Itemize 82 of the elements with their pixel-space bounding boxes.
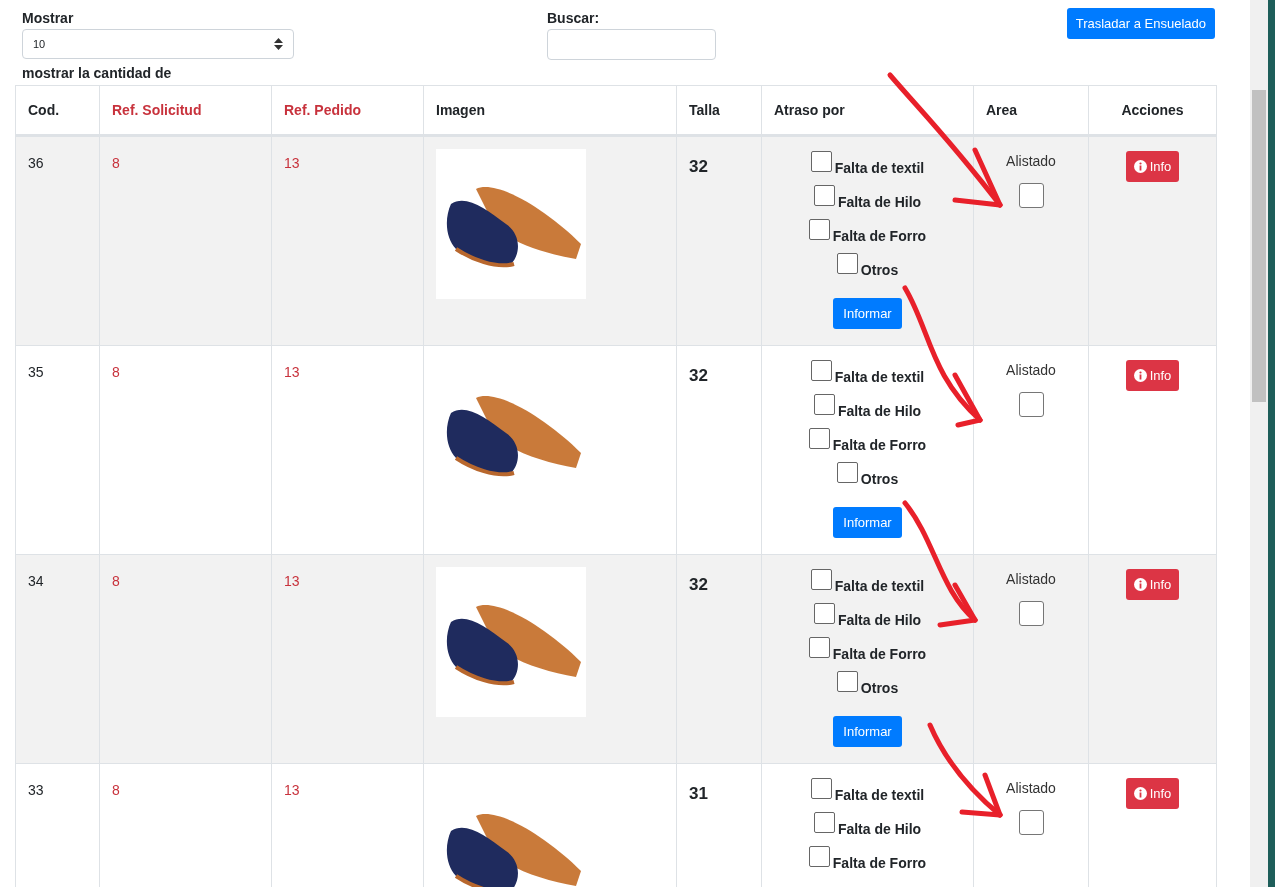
checkbox-label: Falta de Hilo bbox=[837, 403, 922, 419]
column-header: Talla bbox=[676, 86, 761, 134]
checkbox[interactable] bbox=[808, 428, 830, 449]
checkbox[interactable] bbox=[813, 394, 835, 415]
area-label: Alistado bbox=[1006, 780, 1056, 796]
checkbox-label: Falta de textil bbox=[834, 160, 925, 176]
checkbox[interactable] bbox=[836, 253, 858, 274]
page-length-select[interactable]: 10 bbox=[22, 29, 294, 59]
table-cell-text: 8 bbox=[112, 781, 120, 798]
show-caption: mostrar la cantidad de bbox=[22, 65, 173, 81]
search-label: Buscar: bbox=[547, 10, 601, 26]
checkbox-label: Falta de textil bbox=[834, 369, 925, 385]
table-cell-text: 13 bbox=[284, 572, 300, 589]
column-header-link[interactable]: Ref. Solicitud bbox=[99, 86, 271, 134]
show-label: Mostrar bbox=[22, 10, 75, 26]
checkbox[interactable] bbox=[813, 603, 835, 624]
table-cell-text: 13 bbox=[284, 363, 300, 380]
area-label: Alistado bbox=[1006, 362, 1056, 378]
info-button[interactable]: Info bbox=[1125, 569, 1180, 600]
size-value: 32 bbox=[689, 365, 708, 386]
info-button[interactable]: Info bbox=[1125, 360, 1180, 391]
column-header: Acciones bbox=[1088, 86, 1216, 134]
report-button[interactable]: Informar bbox=[833, 716, 902, 747]
scrollbar[interactable] bbox=[1250, 0, 1268, 887]
area-label: Alistado bbox=[1006, 153, 1056, 169]
column-header: Atraso por bbox=[761, 86, 973, 134]
size-value: 32 bbox=[689, 156, 708, 177]
table-cell-text: 33 bbox=[28, 781, 44, 798]
checkbox[interactable] bbox=[1018, 183, 1044, 208]
checkbox-label: Falta de textil bbox=[834, 578, 925, 594]
checkbox[interactable] bbox=[836, 462, 858, 483]
table-cell-text: 34 bbox=[28, 572, 44, 589]
checkbox[interactable] bbox=[810, 778, 832, 799]
info-button[interactable]: Info bbox=[1125, 151, 1180, 182]
info-icon bbox=[1133, 578, 1147, 591]
checkbox[interactable] bbox=[813, 812, 835, 833]
column-header: Imagen bbox=[423, 86, 676, 134]
area-label: Alistado bbox=[1006, 571, 1056, 587]
checkbox[interactable] bbox=[813, 185, 835, 206]
report-button[interactable]: Informar bbox=[833, 298, 902, 329]
size-value: 32 bbox=[689, 574, 708, 595]
checkbox-label: Falta de Hilo bbox=[837, 194, 922, 210]
size-value: 31 bbox=[689, 783, 708, 804]
checkbox-label: Falta de Forro bbox=[832, 228, 927, 244]
table-cell-text: 36 bbox=[28, 154, 44, 171]
table-cell-text: 8 bbox=[112, 154, 120, 171]
column-header: Cod. bbox=[27, 101, 61, 120]
checkbox-label: Otros bbox=[860, 680, 899, 696]
checkbox-label: Falta de textil bbox=[834, 787, 925, 803]
checkbox[interactable] bbox=[810, 360, 832, 381]
info-icon bbox=[1133, 369, 1147, 382]
checkbox-label: Falta de Hilo bbox=[837, 821, 922, 837]
scrollbar-thumb[interactable] bbox=[1252, 90, 1266, 402]
checkbox-label: Falta de Hilo bbox=[837, 612, 922, 628]
transfer-button[interactable]: Trasladar a Ensuelado bbox=[1066, 8, 1215, 39]
column-header-link[interactable]: Ref. Pedido bbox=[271, 86, 423, 134]
checkbox-label: Otros bbox=[860, 262, 899, 278]
checkbox[interactable] bbox=[810, 569, 832, 590]
checkbox-label: Falta de Forro bbox=[832, 437, 927, 453]
checkbox[interactable] bbox=[808, 846, 830, 867]
checkbox[interactable] bbox=[808, 637, 830, 658]
sort-arrows-icon bbox=[274, 38, 283, 50]
checkbox[interactable] bbox=[808, 219, 830, 240]
checkbox[interactable] bbox=[810, 151, 832, 172]
report-button[interactable]: Informar bbox=[833, 507, 902, 538]
search-field[interactable] bbox=[547, 29, 716, 60]
info-button[interactable]: Info bbox=[1125, 778, 1180, 809]
checkbox-label: Falta de Forro bbox=[832, 646, 927, 662]
info-icon bbox=[1133, 160, 1147, 173]
column-header: Area bbox=[973, 86, 1088, 134]
checkbox[interactable] bbox=[1018, 392, 1044, 417]
checkbox-label: Otros bbox=[860, 471, 899, 487]
table-cell-text: 8 bbox=[112, 572, 120, 589]
checkbox[interactable] bbox=[836, 671, 858, 692]
checkbox[interactable] bbox=[1018, 601, 1044, 626]
table-cell-text: 35 bbox=[28, 363, 44, 380]
checkbox[interactable] bbox=[1018, 810, 1044, 835]
table-cell-text: 8 bbox=[112, 363, 120, 380]
info-icon bbox=[1133, 787, 1147, 800]
checkbox-label: Falta de Forro bbox=[832, 855, 927, 871]
table-cell-text: 13 bbox=[284, 781, 300, 798]
table-cell-text: 13 bbox=[284, 154, 300, 171]
